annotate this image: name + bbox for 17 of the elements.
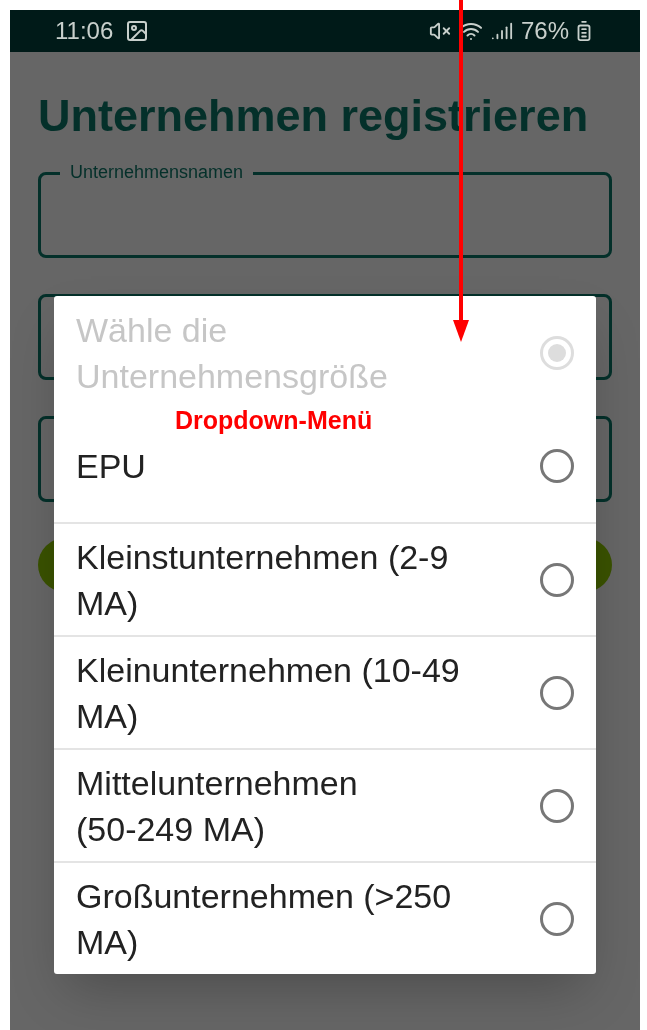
- radio-button[interactable]: [540, 675, 574, 710]
- option-label[interactable]: Kleinunternehmen (10-49 MA): [76, 646, 472, 739]
- radio-button[interactable]: [540, 448, 574, 483]
- battery-percent: 76%: [520, 16, 569, 46]
- option-label[interactable]: Großunternehmen (>250 MA): [76, 872, 472, 965]
- option-label[interactable]: Mittelunternehmen (50-249 MA): [76, 759, 472, 852]
- annotation-label: Dropdown-Menü: [175, 405, 373, 435]
- radio-button[interactable]: [540, 901, 574, 936]
- radio-button[interactable]: [540, 562, 574, 597]
- image-icon: [125, 19, 150, 43]
- signal-icon: [490, 20, 513, 42]
- mute-icon: [428, 20, 451, 42]
- clock: 11:06: [55, 16, 114, 46]
- option-label: Wähle die Unternehmensgröße: [76, 309, 389, 397]
- option-label[interactable]: Kleinstunternehmen (2-9 MA): [76, 533, 472, 626]
- radio-button[interactable]: [540, 788, 574, 823]
- option-label[interactable]: EPU: [76, 442, 146, 489]
